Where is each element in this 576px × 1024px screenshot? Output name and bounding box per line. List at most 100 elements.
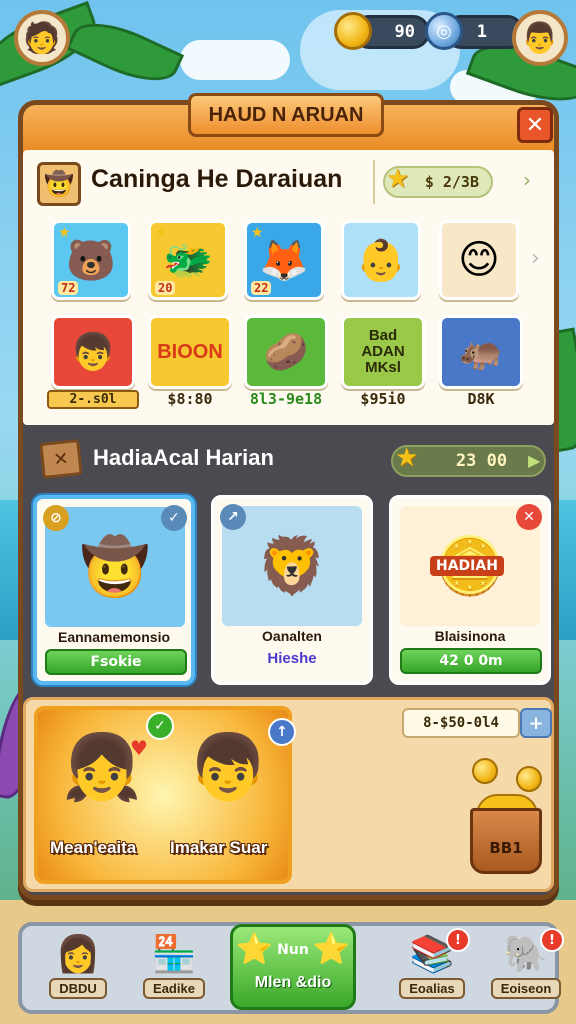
chevron-right-icon[interactable]: ▶	[528, 451, 540, 470]
promo-balance: 8-$50-0l4	[402, 708, 520, 738]
share-icon[interactable]: ↑	[268, 718, 296, 746]
promo-left-label: Mean'eaita	[50, 838, 137, 857]
coin-banner: HADIAH	[430, 556, 504, 576]
star-icon: ⭐ Nun ⭐	[236, 927, 350, 973]
coin-icon	[472, 758, 498, 784]
promo-card[interactable]: 👧 👦 ✓ ↑ ♥ Mean'eaita Imakar Suar	[34, 706, 296, 884]
badge-sign-icon: Bad ADAN MKsl	[361, 327, 405, 376]
card-status: Hieshe	[267, 650, 317, 667]
bear-icon: 🐻	[66, 237, 116, 284]
map-icon: ✕	[39, 439, 83, 479]
tile-badge: 20	[155, 281, 176, 295]
collection-tile[interactable]: 👶	[341, 220, 421, 300]
star-icon: ★	[386, 164, 410, 194]
tile-price-label: $95i0	[360, 390, 406, 408]
nav-label: Eadike	[143, 978, 205, 999]
rewards-panel: HAUD N ARUAN ✕ 🤠 Caninga He Daraiuan $ 2…	[18, 93, 559, 900]
card-name: Eannamemonsio	[57, 629, 171, 645]
star-icon: ★	[58, 225, 71, 241]
nav-item-villager[interactable]: 👩 DBDU	[30, 932, 126, 1006]
hippo-icon: 🦛	[458, 332, 504, 373]
promo-section: 👧 👦 ✓ ↑ ♥ Mean'eaita Imakar Suar 8-$50-0…	[23, 697, 554, 892]
friend-avatar-icon: 👨	[521, 20, 559, 56]
nav-item-star[interactable]: ⭐ Nun ⭐ Mlen &dio	[230, 924, 356, 1010]
panel-title: HAUD N ARUAN	[188, 93, 384, 137]
star-icon: ⭐	[235, 932, 274, 967]
gem-icon: ◎	[425, 12, 463, 50]
tile-badge: 72	[58, 281, 79, 295]
gold-bucket[interactable]: BB1	[470, 808, 542, 874]
collection-tile[interactable]: 🦊 ★ 22	[244, 220, 324, 300]
divider	[373, 160, 375, 204]
collection-tile[interactable]: 🐲 ★ 20	[148, 220, 228, 300]
nav-label: DBDU	[49, 978, 107, 999]
smiley-icon: 😊	[458, 237, 500, 283]
baby-icon: 👶	[356, 237, 406, 284]
collection-tile[interactable]: 🐻 ★ 72	[51, 220, 131, 300]
chevron-right-icon[interactable]: ›	[523, 168, 531, 192]
notification-badge: !	[446, 928, 470, 952]
check-icon: ✓	[146, 712, 174, 740]
cloud	[180, 40, 290, 80]
card-name: Blaisinona	[434, 628, 506, 644]
card-corner-icon[interactable]: ✓	[161, 505, 187, 531]
card-corner-icon[interactable]: ✕	[516, 504, 542, 530]
collection-title: Caninga He Daraiuan	[91, 165, 343, 193]
lion-icon: 🦁	[257, 534, 327, 599]
tile-price-label: $8:80	[167, 390, 213, 408]
nav-item-books[interactable]: 📚 Eoalias!	[384, 928, 480, 1006]
collection-tile[interactable]: 🦛	[439, 315, 523, 389]
tile-price-label: D8K	[467, 390, 495, 408]
nav-label: Eoiseon	[490, 978, 562, 999]
player-avatar[interactable]: 🧑	[14, 10, 70, 66]
claim-button[interactable]: 42 0 0m	[400, 648, 542, 674]
heart-icon: ♥	[130, 736, 148, 760]
notification-badge: !	[540, 928, 564, 952]
daily-reward-card[interactable]: 🦁 ↗ Oanalten Hieshe	[211, 495, 373, 685]
collection-tile[interactable]: 😊	[439, 220, 519, 300]
card-corner-icon[interactable]: ⊘	[43, 505, 69, 531]
star-icon: ★	[395, 443, 419, 473]
boy-icon: 👦	[70, 332, 116, 373]
add-button[interactable]: +	[520, 708, 552, 738]
card-corner-icon[interactable]: ↗	[220, 504, 246, 530]
collection-tile[interactable]: 👦	[51, 315, 135, 389]
collector-avatar-icon: 🤠	[37, 162, 81, 206]
bottom-nav: 👩 DBDU 🏪 Eadike ⭐ Nun ⭐ Mlen &dio 📚 Eoalias! 🐘 Eois…	[18, 922, 564, 1014]
nav-center-top-label: Nun	[277, 942, 309, 958]
star-icon: ★	[155, 225, 168, 241]
star-icon: ★	[251, 225, 264, 241]
promo-right-label: Imakar Suar	[170, 838, 268, 857]
nav-label: Eoalias	[399, 978, 465, 999]
daily-reward-card[interactable]: 🤠 ⊘ ✓ Eannamemonsio Fsokie	[33, 495, 195, 685]
gem-count: 1	[476, 22, 487, 42]
daily-header: ✕ HadiaAcal Harian 23 00 ★ ▶	[23, 435, 554, 485]
claim-button[interactable]: Fsokie	[45, 649, 187, 675]
star-icon: ⭐	[312, 932, 351, 967]
nav-item-elephant[interactable]: 🐘 Eoiseon!	[478, 928, 574, 1006]
coin-icon	[334, 12, 372, 50]
friend-avatar[interactable]: 👨	[512, 10, 568, 66]
tile-price-label: 8l3-9e18	[249, 390, 323, 408]
card-name: Oanalten	[262, 628, 322, 644]
tile-badge: 22	[251, 281, 272, 295]
explorer-icon: 🤠	[80, 535, 150, 600]
bloon-icon: BIOON	[157, 340, 223, 363]
nav-label: Mlen &dio	[254, 974, 332, 991]
daily-reward-card[interactable]: 🪙HADIAH✕Blaisinona42 0 0m	[389, 495, 551, 685]
close-button[interactable]: ✕	[517, 107, 553, 143]
seed-icon: 🥔	[263, 332, 309, 373]
boy-character-icon: 👦	[188, 731, 268, 805]
nav-item-shop-stall[interactable]: 🏪 Eadike	[126, 932, 222, 1006]
fox-icon: 🦊	[259, 237, 309, 284]
collection-tile[interactable]: 🥔	[244, 315, 328, 389]
blue-beast-icon: 🐲	[163, 237, 213, 284]
collection-tile[interactable]: Bad ADAN MKsl	[341, 315, 425, 389]
coin-count: 90	[394, 22, 415, 42]
coin-icon	[516, 766, 542, 792]
collection-section: 🤠 Caninga He Daraiuan $ 2/3B ★ › 🐻 ★ 72 🐲 ★ 2…	[23, 150, 554, 425]
villager-icon: 👩	[55, 934, 101, 975]
chevron-right-icon[interactable]: ›	[531, 246, 540, 271]
tile-price-label: 2-.s0l	[47, 390, 139, 409]
collection-tile[interactable]: BIOON	[148, 315, 232, 389]
